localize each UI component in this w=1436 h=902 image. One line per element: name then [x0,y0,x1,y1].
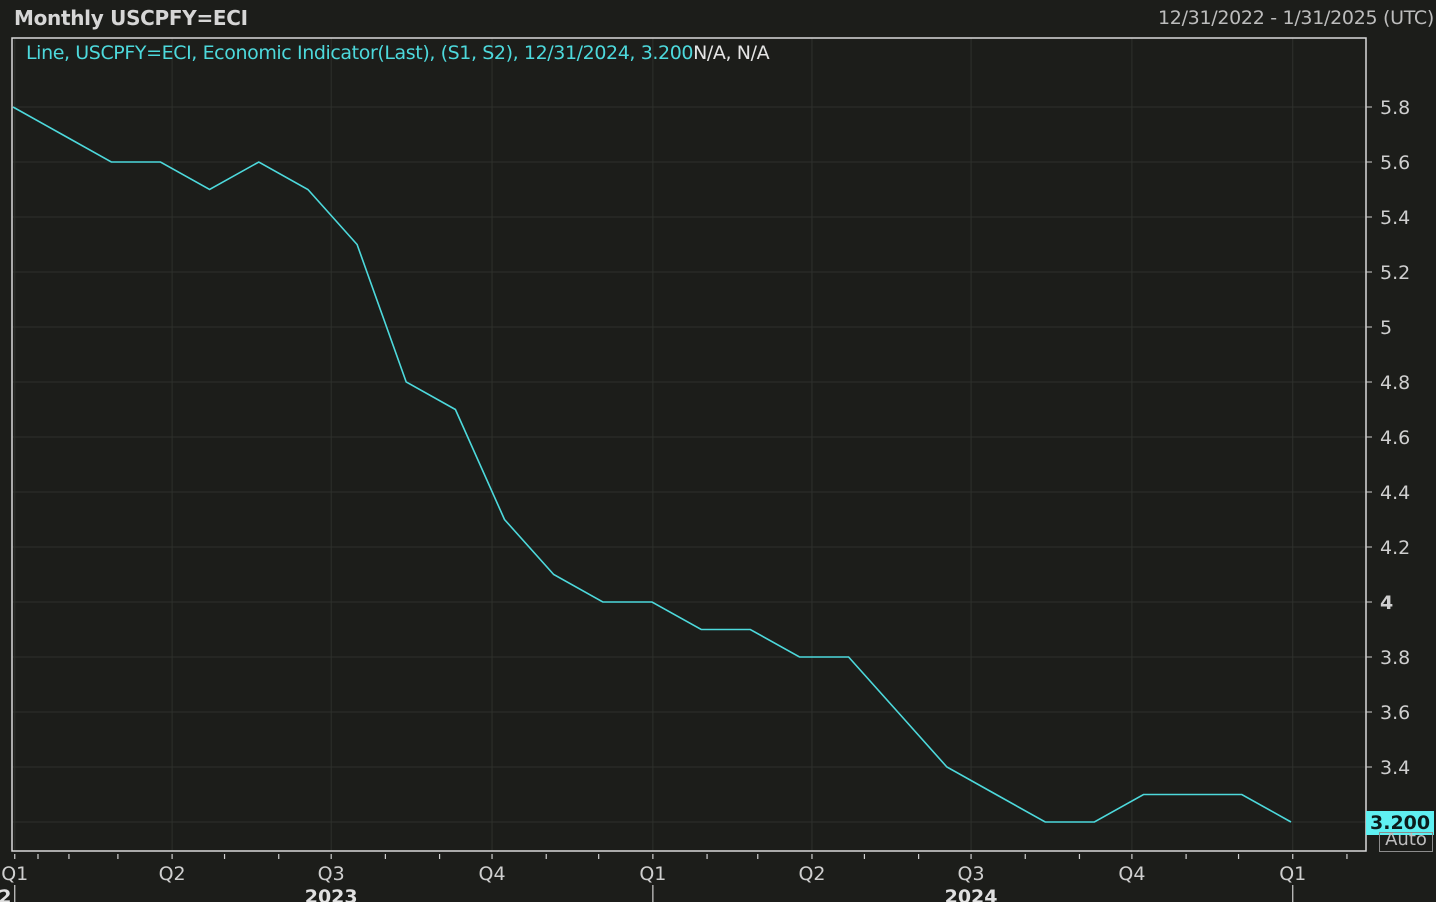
x-tick-label: Q2 [159,863,186,885]
x-year-label: 2022 [0,886,11,902]
x-tick-label: Q4 [1118,863,1145,885]
grid-lines [12,38,1366,851]
x-tick-label: Q3 [958,863,985,885]
y-tick-label: 5.8 [1380,97,1410,119]
chart-canvas[interactable]: Q1Q2Q3Q4Q1Q2Q3Q4Q1202220232024 5.85.65.4… [0,0,1436,902]
y-tick-label: 5.2 [1380,262,1410,284]
legend-na-text: N/A, N/A [693,42,770,64]
x-tick-label: Q4 [479,863,506,885]
x-year-label: 2024 [945,886,998,902]
series-legend[interactable]: Line, USCPFY=ECI, Economic Indicator(Las… [26,42,770,64]
x-year-label: 2023 [305,886,358,902]
y-tick-label: 4 [1380,592,1393,614]
x-tick-label: Q3 [318,863,345,885]
x-tick-label: Q2 [798,863,825,885]
x-axis: Q1Q2Q3Q4Q1Q2Q3Q4Q1202220232024 [0,854,1348,902]
y-axis: 5.85.65.45.254.84.64.44.243.83.63.43.2 [1366,97,1410,834]
x-tick-label: Q1 [1279,863,1306,885]
y-tick-label: 5.6 [1380,152,1410,174]
series-line[interactable] [12,106,1292,823]
y-tick-label: 3.6 [1380,702,1410,724]
legend-series-text: Line, USCPFY=ECI, Economic Indicator(Las… [26,42,694,64]
y-tick-label: 4.4 [1380,482,1410,504]
y-tick-label: 3.4 [1380,757,1410,779]
y-tick-label: 4.6 [1380,427,1410,449]
x-tick-label: Q1 [639,863,666,885]
auto-scale-button[interactable]: Auto [1379,832,1433,852]
y-tick-label: 4.2 [1380,537,1410,559]
x-tick-label: Q1 [1,863,28,885]
y-tick-label: 3.8 [1380,647,1410,669]
y-tick-label: 5 [1380,317,1392,339]
y-tick-label: 4.8 [1380,372,1410,394]
plot-frame [11,37,1367,852]
y-tick-label: 5.4 [1380,207,1410,229]
